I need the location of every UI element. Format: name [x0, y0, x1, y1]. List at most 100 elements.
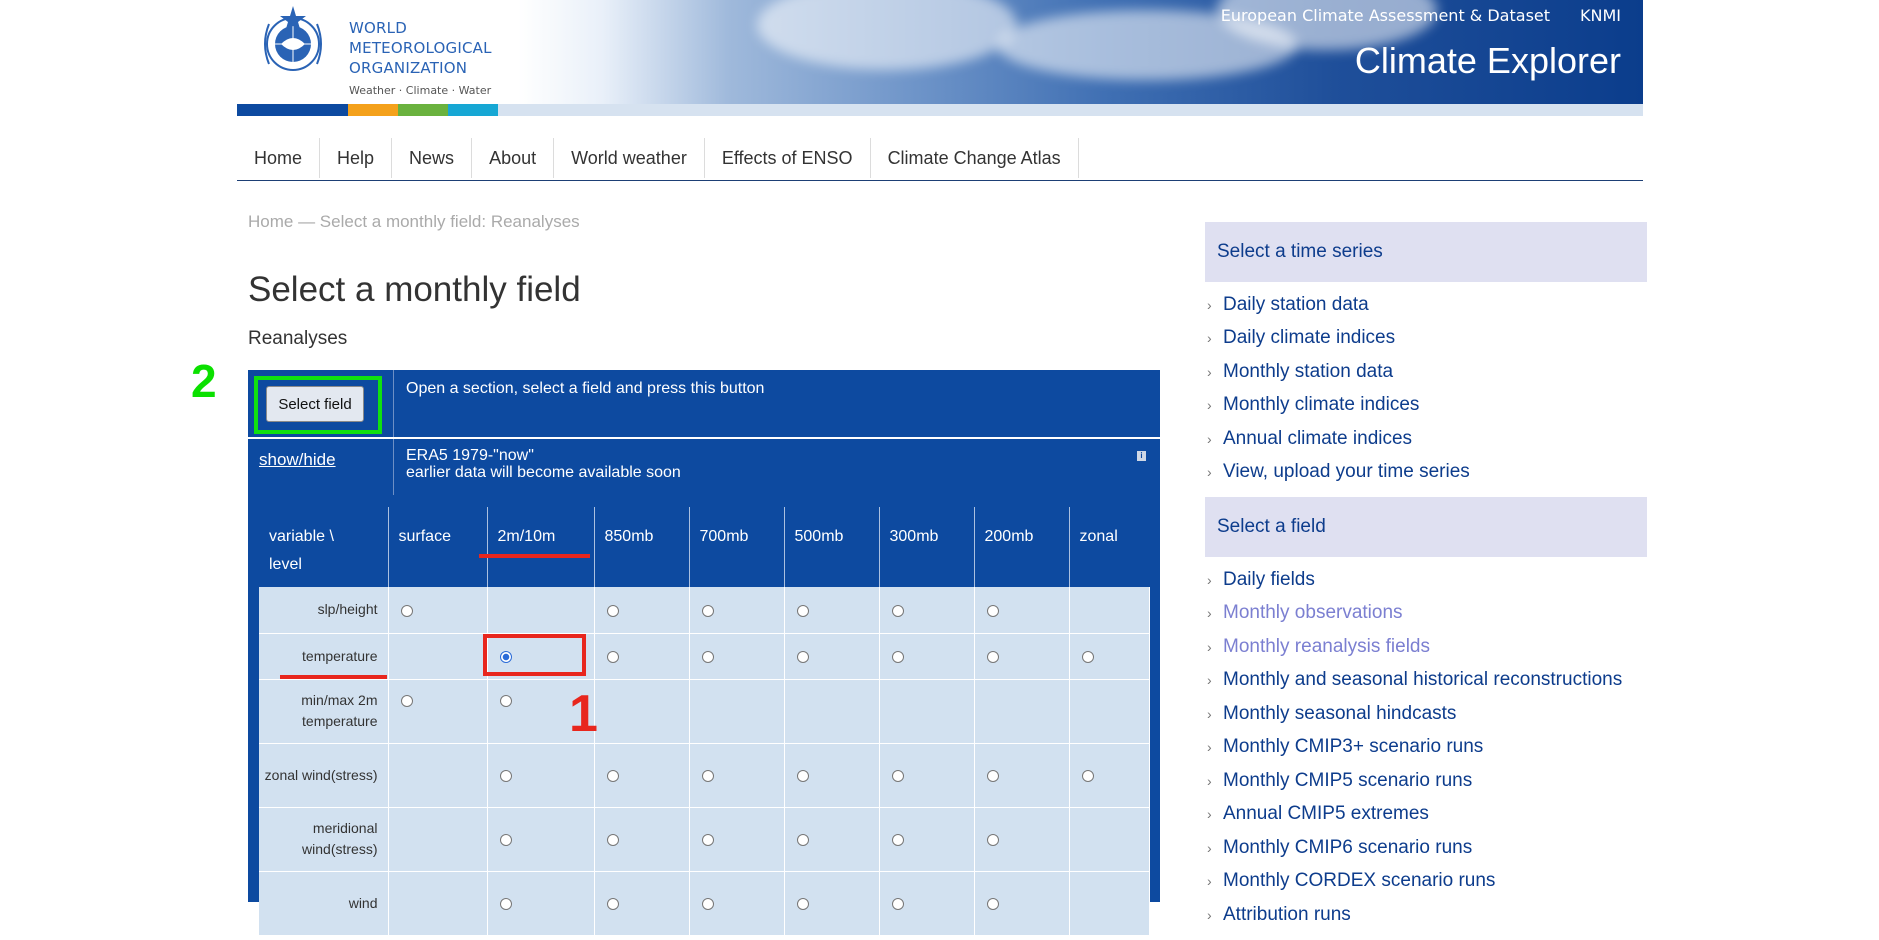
organization-tagline: Weather · Climate · Water [349, 84, 492, 97]
info-icon[interactable]: i [1137, 451, 1146, 461]
dataset-note: earlier data will become available soon [406, 464, 681, 481]
chevron-right-icon: › [1207, 739, 1212, 756]
radio-button[interactable] [400, 694, 413, 707]
radio-button[interactable] [796, 770, 809, 783]
sidebar-link[interactable]: › Monthly CMIP5 scenario runs [1205, 764, 1661, 798]
table-row: zonal wind(stress) [259, 743, 1150, 808]
radio-button[interactable] [701, 605, 714, 618]
radio-button[interactable] [499, 834, 512, 847]
sidebar-link[interactable]: › Daily climate indices [1205, 322, 1661, 356]
radio-button[interactable] [891, 605, 904, 618]
sidebar-link[interactable]: › Monthly CMIP6 scenario runs [1205, 831, 1661, 865]
sidebar-link-label: Daily climate indices [1223, 327, 1396, 349]
table-cell [594, 587, 690, 634]
nav-effects-of-enso[interactable]: Effects of ENSO [705, 138, 871, 178]
main-navigation: Home Help News About World weather Effec… [237, 136, 1643, 181]
radio-button[interactable] [796, 834, 809, 847]
radio-button[interactable] [1081, 770, 1094, 783]
sidebar-link[interactable]: › Monthly CORDEX scenario runs [1205, 865, 1661, 899]
nav-news[interactable]: News [392, 138, 473, 178]
breadcrumb[interactable]: Home — Select a monthly field: Reanalyse… [248, 212, 580, 232]
sidebar-link[interactable]: › Monthly station data [1205, 355, 1661, 389]
site-title[interactable]: Climate Explorer [1355, 40, 1621, 82]
radio-button[interactable] [986, 651, 999, 664]
time-series-list: › Daily station data › Daily climate indice… [1205, 282, 1661, 497]
radio-button[interactable] [499, 898, 512, 911]
org-name-line: METEOROLOGICAL [349, 39, 492, 57]
radio-button[interactable] [701, 834, 714, 847]
sidebar-link[interactable]: › Attribution runs [1205, 898, 1661, 932]
sidebar-link[interactable]: › Annual CMIP5 extremes [1205, 798, 1661, 832]
show-hide-link[interactable]: show/hide [259, 450, 336, 470]
chevron-right-icon: › [1207, 464, 1212, 481]
radio-button[interactable] [891, 651, 904, 664]
chevron-right-icon: › [1207, 806, 1212, 823]
sidebar-link[interactable]: › Monthly seasonal hindcasts [1205, 697, 1661, 731]
page-title: Select a monthly field [248, 270, 581, 309]
radio-button[interactable] [606, 898, 619, 911]
radio-button[interactable] [796, 605, 809, 618]
table-cell [784, 679, 880, 744]
radio-button[interactable] [891, 770, 904, 783]
table-cell [388, 743, 488, 808]
table-cell [974, 679, 1070, 744]
variable-label: wind [259, 871, 389, 936]
radio-button[interactable] [606, 834, 619, 847]
radio-button[interactable] [891, 834, 904, 847]
ecad-link[interactable]: European Climate Assessment & Dataset [1221, 6, 1550, 25]
radio-button[interactable] [499, 694, 512, 707]
radio-button[interactable] [606, 770, 619, 783]
radio-button[interactable] [701, 770, 714, 783]
sidebar-link[interactable]: › Annual climate indices [1205, 422, 1661, 456]
org-name-line: ORGANIZATION [349, 59, 468, 77]
radio-button[interactable] [606, 605, 619, 618]
radio-button[interactable] [606, 651, 619, 664]
table-cell [594, 807, 690, 872]
sidebar-link[interactable]: › Monthly reanalysis fields [1205, 630, 1661, 664]
sidebar-link-label: Annual climate indices [1223, 427, 1413, 449]
nav-climate-change-atlas[interactable]: Climate Change Atlas [871, 138, 1079, 178]
variable-table-body: slp/height temperature min/max 2m temperat… [259, 587, 1150, 936]
radio-button[interactable] [701, 898, 714, 911]
sidebar-link[interactable]: › Monthly CMIP3+ scenario runs [1205, 731, 1661, 765]
radio-button[interactable] [986, 605, 999, 618]
variable-label: meridional wind(stress) [259, 807, 389, 872]
table-cell [388, 871, 488, 936]
sidebar-link-label: Monthly CMIP6 scenario runs [1223, 836, 1473, 858]
sidebar-link[interactable]: › Monthly climate indices [1205, 389, 1661, 423]
radio-button[interactable] [986, 770, 999, 783]
nav-help[interactable]: Help [320, 138, 393, 178]
nav-world-weather[interactable]: World weather [554, 138, 705, 178]
table-row: meridional wind(stress) [259, 807, 1150, 872]
radio-button[interactable] [986, 834, 999, 847]
sidebar-link[interactable]: › Daily station data [1205, 288, 1661, 322]
nav-home[interactable]: Home [237, 138, 321, 178]
variable-label: min/max 2m temperature [259, 679, 389, 744]
sidebar-link-label: Monthly CORDEX scenario runs [1223, 870, 1496, 892]
column-header-300mb: 300mb [879, 507, 975, 587]
sidebar-link[interactable]: › Daily fields [1205, 563, 1661, 597]
radio-button[interactable] [1081, 651, 1094, 664]
sidebar-link[interactable]: › Monthly observations [1205, 597, 1661, 631]
banner-cloud [757, 0, 1017, 70]
variable-label: slp/height [259, 587, 389, 634]
nav-about[interactable]: About [472, 138, 555, 178]
sidebar-link[interactable]: › View, upload your time series [1205, 456, 1661, 490]
radio-button[interactable] [796, 898, 809, 911]
knmi-link[interactable]: KNMI [1580, 6, 1621, 25]
radio-button[interactable] [796, 651, 809, 664]
sidebar-link[interactable]: › Monthly and seasonal historical reconst… [1205, 664, 1661, 698]
column-header-700mb: 700mb [689, 507, 785, 587]
sidebar-link-label: Monthly seasonal hindcasts [1223, 702, 1457, 724]
radio-button[interactable] [400, 605, 413, 618]
chevron-right-icon: › [1207, 296, 1212, 313]
radio-button[interactable] [499, 770, 512, 783]
chevron-right-icon: › [1207, 430, 1212, 447]
wmo-logo-icon[interactable] [255, 4, 331, 78]
radio-button[interactable] [986, 898, 999, 911]
table-row: temperature [259, 633, 1150, 680]
radio-button[interactable] [891, 898, 904, 911]
radio-button[interactable] [701, 651, 714, 664]
dataset-row: show/hide ERA5 1979-"now" earlier data w… [248, 439, 1160, 495]
color-segment [448, 104, 498, 116]
